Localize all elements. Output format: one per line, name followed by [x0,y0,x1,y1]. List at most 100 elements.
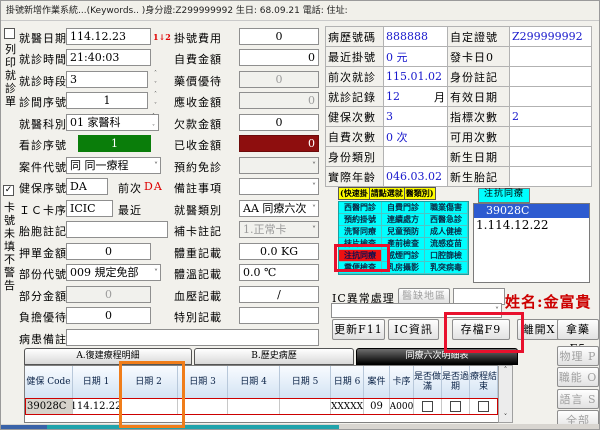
card-note-label: 補卡註記 [174,223,222,239]
quick-cell[interactable]: 預約掛號 [339,214,382,226]
visit-date-field[interactable]: 114.12.23 [66,28,151,45]
appt-free-combo[interactable]: ˅ [239,157,319,174]
quick-cell[interactable]: 洗腎同療 [339,226,382,238]
burden-discount-field[interactable]: 0 [66,307,151,324]
nhi-seq-field[interactable]: DA [66,178,108,195]
session-spinner[interactable]: ˄˅ [151,71,160,88]
scroll-down-icon[interactable]: ˅ [504,413,508,422]
patient-info-grid: 病歷號碼 888888 自定證號 Z299999992 最近掛號 0 元 發卡日… [325,26,592,187]
chevron-down-icon[interactable]: ˅ [312,226,316,234]
special-note-field[interactable] [239,307,319,324]
session-field[interactable]: 3 [66,71,148,88]
table-filler [25,415,498,422]
info-value: 12月 [384,87,448,107]
part-amount-field[interactable]: 0 [66,286,151,303]
spinner-down-icon[interactable]: ˅ [149,125,158,131]
dept-combo[interactable]: 01 家醫科 [66,114,159,131]
ic-info-button[interactable]: IC資訊 [388,319,439,340]
list-item-selected[interactable]: 39028C [474,204,589,218]
arrears-label: 欠款金額 [174,116,222,132]
speech-therapy-button[interactable]: 語言 S [557,389,599,409]
spinner-down-icon[interactable]: ˅ [151,103,160,109]
physical-therapy-button[interactable]: 物理 P [557,346,599,366]
quick-cell[interactable]: 西醫急診 [425,214,468,226]
drug-discount-field[interactable]: 0 [239,71,319,88]
quick-cell[interactable]: 自費門診 [382,202,425,214]
temperature-field[interactable]: 0.0 ℃ [239,264,319,281]
occupational-therapy-button[interactable]: 職能 O [557,367,599,387]
info-value: 2 [510,107,592,127]
list-item[interactable]: 1.114.12.22 [474,218,589,233]
annotation-box-quick-cell [334,244,390,272]
weight-field[interactable]: 0.0 KG [239,243,319,260]
info-value [510,127,592,147]
case-code-value: 同 同一療程 [70,159,129,172]
table-scrollbar[interactable]: ˄ ˅ [498,365,513,423]
print-slip-checkbox[interactable] [4,28,15,39]
ic-seq-field[interactable]: ICIC [66,200,113,217]
receivable-label: 應收金額 [174,94,222,110]
card-warn-checkbox[interactable]: ✓ [3,185,14,196]
visit-time-field[interactable]: 21:40:03 [66,49,151,66]
quick-cell[interactable]: 成人健檢 [425,226,468,238]
info-label: 身份註記 [448,67,510,87]
reg-fee-field[interactable]: 0 [239,28,319,45]
spinner-down-icon[interactable]: ˅ [151,82,160,88]
chevron-down-icon[interactable]: ˅ [154,162,158,170]
scroll-up-icon[interactable]: ˄ [504,366,508,375]
chevron-down-icon[interactable]: ˅ [312,205,316,213]
quick-cell[interactable]: 西醫門診 [339,202,382,214]
spinner-up-icon[interactable]: ˄ [151,71,160,77]
info-label: 新生日期 [448,147,510,167]
table-header-cell: 日期 1 [73,366,120,398]
spinner-up-icon[interactable]: ˄ [151,92,160,98]
chevron-down-icon[interactable]: ˅ [312,162,316,170]
note-item-label: 備註事項 [174,180,222,196]
self-pay-field[interactable]: 0 [239,49,319,66]
quick-cell[interactable]: 連續處方 [382,214,425,226]
patient-note-field[interactable] [66,329,319,346]
blood-pressure-field[interactable]: / [239,286,319,303]
update-button[interactable]: 更新F11 [332,319,385,340]
card-note-combo[interactable]: 1.正常卡˅ [239,221,319,238]
prev-value: DA [144,180,163,193]
case-code-combo[interactable]: 同 同一療程 ˅ [66,157,161,174]
twin-note-label: 胎胞註記 [19,223,67,239]
ic-seq-label: ＩＣ卡序 [19,202,67,218]
quick-cell[interactable]: 兒童預防 [382,226,425,238]
received-field[interactable]: 0 [239,135,319,152]
info-label: 身份類別 [326,147,384,167]
info-value [510,87,592,107]
quick-cell[interactable]: 職業傷害 [425,202,468,214]
table-cell-date6: XXXXX [331,398,364,415]
quick-cell[interactable]: 流感疫苗 [425,238,468,250]
arrears-field[interactable]: 0 [239,114,319,131]
table-header-cell: 日期 3 [178,366,228,398]
visit-record-unit: 月 [434,89,445,105]
seq-field[interactable]: 1 [78,135,151,152]
quick-cell[interactable]: 口腔篩檢 [425,250,468,262]
info-value [384,147,448,167]
chevron-down-icon[interactable]: ˅ [312,183,316,191]
get-medicine-button[interactable]: 拿藥 F5 [557,319,599,340]
chevron-down-icon[interactable]: ˅ [154,269,158,277]
spinner-up-icon[interactable]: ˄ [149,114,158,120]
room-spinner[interactable]: ˄˅ [151,92,160,109]
copay-code-combo[interactable]: 009 規定免部˅ [66,264,161,281]
twin-note-field[interactable] [66,221,168,238]
info-label: 自定證號 [448,27,510,47]
receivable-field[interactable]: 0 [239,92,319,109]
table-row[interactable]: 39028C 114.12.22 XXXXX 09 A000 [25,398,498,415]
deposit-field[interactable]: 0 [66,243,151,260]
visit-type-combo[interactable]: AA 同療六次˅ [239,200,319,217]
quick-cell[interactable]: 乳突病毒 [425,262,468,274]
dept-combo-spinner[interactable]: ˄˅ [149,114,158,131]
tab-history[interactable]: B.歷史病歷 [194,348,354,365]
bottom-strip-blue [1,425,47,430]
date-badge-icon[interactable]: 1↓2 [153,32,171,42]
expired-checkbox [450,401,461,412]
room-no-field[interactable]: 1 [66,92,148,109]
note-item-combo[interactable]: ˅ [239,178,319,195]
quick-header-segment: 請點選就 [369,187,405,200]
therapy-listbox[interactable]: 39028C 1.114.12.22 [473,203,590,283]
